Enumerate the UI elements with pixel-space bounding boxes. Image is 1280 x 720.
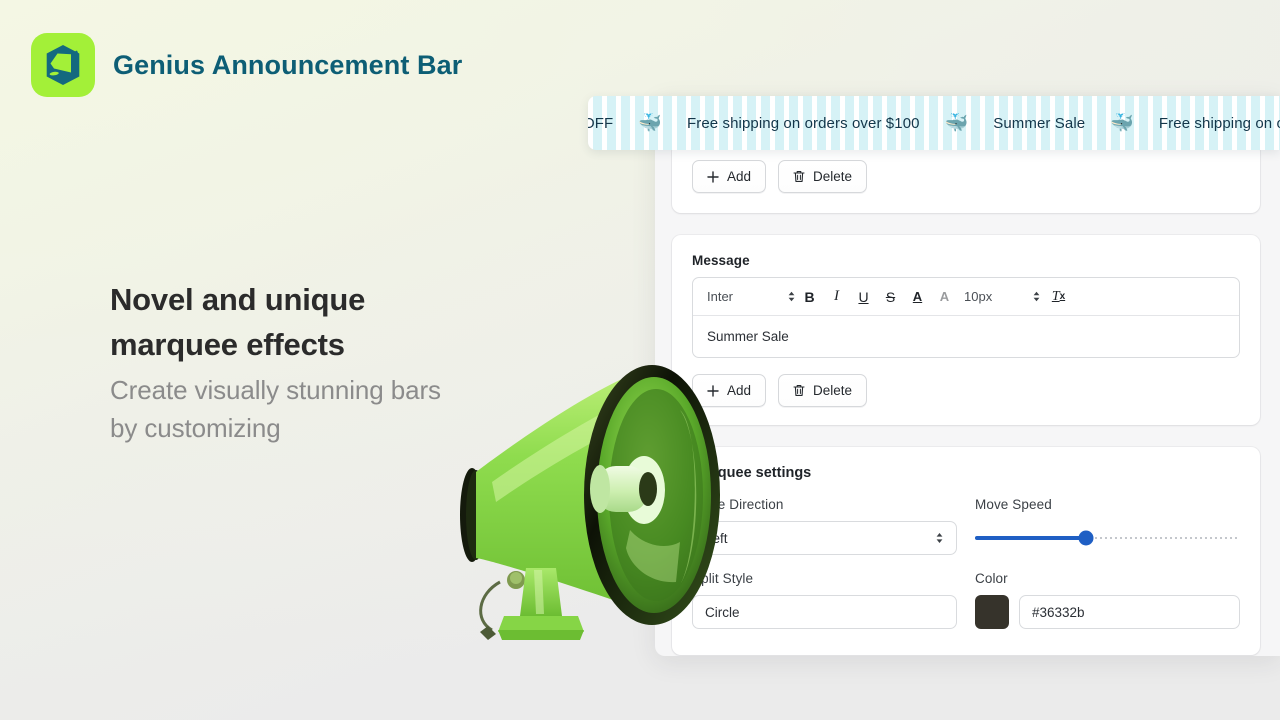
megaphone-hexagon-icon [40,42,86,88]
stepper-updown-icon[interactable] [787,291,796,302]
delete-item-button[interactable]: Delete [778,160,868,193]
app-panel-scroll-area[interactable]: Add Delete Message Inter B I U S A A 10p… [655,96,1280,656]
font-size-select[interactable]: 10px [964,289,1041,304]
hero-title-line-1: Novel and unique [110,282,366,317]
announcement-bar-item: Free shipping on orders over $100 [686,114,920,132]
plus-icon [707,170,719,183]
trash-icon [793,384,805,397]
marquee-settings-card: Marquee settings Move Direction Left Mov… [672,447,1260,655]
underline-button[interactable]: U [850,283,877,310]
megaphone-illustration [430,330,740,640]
move-speed-slider[interactable] [975,521,1240,555]
move-speed-slider-fill [975,536,1087,540]
font-size-value: 10px [964,289,993,304]
move-speed-field: Move Speed [975,497,1240,555]
editor-format-buttons: B I U S A A [796,283,958,310]
app-logo-tile [31,33,95,97]
whale-emoji: 🐳 [638,112,662,134]
italic-button[interactable]: I [823,283,850,310]
color-hex-input[interactable]: #36332b [1019,595,1240,629]
font-family-select[interactable]: Inter [707,289,796,304]
clear-formatting-glyph: T [1051,288,1060,304]
move-speed-slider-thumb[interactable] [1078,530,1094,546]
announcement-bar-preview[interactable]: OFF 🐳 Free shipping on orders over $100 🐳 Su… [588,96,1280,150]
move-speed-slider-track[interactable] [975,530,1240,546]
font-family-value: Inter [707,289,734,304]
text-color-button[interactable]: A [904,283,931,310]
brand-header: Genius Announcement Bar [31,33,462,97]
color-label: Color [975,571,1008,586]
announcement-bar-marquee-track: OFF 🐳 Free shipping on orders over $100 🐳 Su… [588,114,1280,133]
delete-message-label: Delete [813,383,853,398]
color-field: Color #36332b [975,571,1240,629]
app-settings-panel: Add Delete Message Inter B I U S A A 10p… [655,96,1280,656]
items-action-buttons: Add Delete [692,160,1240,193]
announcement-bar-item: Summer Sale [993,114,1086,132]
clear-formatting-button[interactable]: Tx [1045,283,1072,310]
trash-icon [793,170,805,183]
message-rich-text-editor[interactable]: Inter B I U S A A 10px T x Summer Sale [692,277,1240,358]
strikethrough-button[interactable]: S [877,283,904,310]
color-swatch[interactable] [975,595,1009,629]
delete-message-button[interactable]: Delete [778,374,868,407]
items-actions-card: Add Delete [672,142,1260,213]
whale-emoji: 🐳 [944,112,969,134]
font-size-stepper-icon[interactable] [1032,291,1041,302]
color-hex-value: #36332b [1032,604,1085,620]
message-text-input[interactable]: Summer Sale [693,316,1239,357]
clear-formatting-sub: x [1059,291,1066,302]
editor-toolbar: Inter B I U S A A 10px T x [693,278,1239,316]
bold-button[interactable]: B [796,283,823,310]
chevron-updown-icon[interactable] [935,532,944,544]
highlight-button[interactable]: A [931,283,958,310]
marquee-settings-title: Marquee settings [692,465,812,481]
whale-emoji: 🐳 [1110,112,1134,134]
announcement-bar-item: OFF [588,114,614,132]
delete-item-label: Delete [813,169,853,184]
add-item-button[interactable]: Add [692,160,767,193]
color-row: #36332b [975,595,1240,629]
announcement-bar-item: Free shipping on orders over $100 [1158,114,1280,132]
message-action-buttons: Add Delete [692,374,1240,407]
message-label: Message [692,253,750,268]
add-item-label: Add [727,169,752,184]
move-speed-label: Move Speed [975,497,1052,512]
brand-title: Genius Announcement Bar [113,49,463,80]
message-card: Message Inter B I U S A A 10px T x Summe… [672,235,1260,425]
marquee-settings-grid: Move Direction Left Move Speed Split Sty… [692,497,1240,629]
